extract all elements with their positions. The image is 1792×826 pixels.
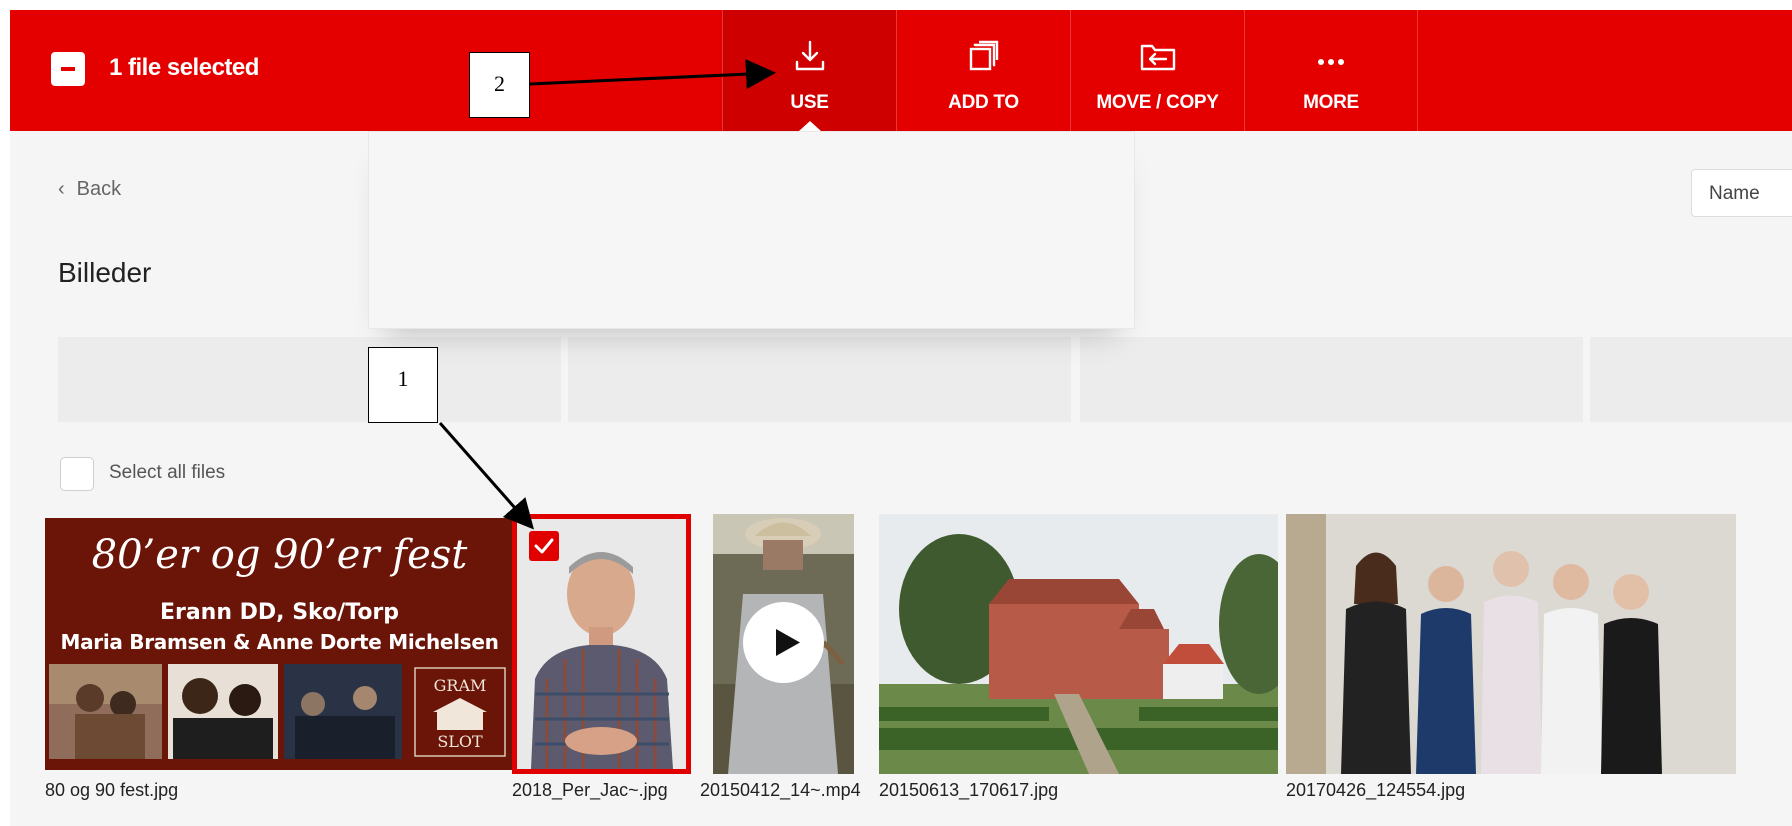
select-all-checkbox[interactable] [60, 457, 94, 491]
selected-checkbox[interactable] [529, 531, 559, 561]
copy-stack-icon [969, 40, 998, 71]
file-thumbnail-building[interactable] [879, 514, 1278, 774]
subfolder-tile[interactable] [58, 337, 561, 422]
file-grid: Select all files 80’er og 90’er fest Era… [10, 422, 1792, 826]
poster-logo-top: GRAM [433, 676, 487, 695]
annotation-box-1: 1 [368, 347, 438, 423]
add-to-button-label: ADD TO [948, 92, 1019, 113]
file-thumbnail-selected[interactable] [512, 514, 691, 774]
move-folder-icon [1140, 44, 1175, 71]
file-name: 20150613_170617.jpg [879, 780, 1059, 800]
poster-line-1: Erann DD, Sko/Torp [159, 600, 400, 625]
move-copy-button[interactable]: MOVE / COPY [1070, 10, 1244, 131]
back-link[interactable]: ‹ Back [58, 178, 121, 201]
use-dropdown-panel [368, 131, 1135, 329]
use-button-label: USE [790, 92, 829, 113]
deselect-button[interactable] [51, 52, 85, 86]
chevron-left-icon: ‹ [58, 178, 65, 200]
poster-logo-bottom: SLOT [437, 732, 483, 751]
file-name: 20170426_124554.jpg [1286, 780, 1466, 800]
file-thumbnail-group[interactable] [1286, 514, 1736, 774]
annotation-box-2: 2 [469, 52, 530, 118]
select-all-label: Select all files [109, 462, 226, 483]
file-name: 20150412_14~.mp4 [700, 780, 861, 800]
minus-icon [61, 67, 75, 71]
file-name: 2018_Per_Jac~.jpg [512, 780, 668, 800]
file-name: 80 og 90 fest.jpg [45, 780, 179, 800]
move-copy-button-label: MOVE / COPY [1096, 92, 1219, 113]
back-label: Back [76, 178, 122, 200]
use-button[interactable]: USE [722, 10, 896, 131]
sort-dropdown[interactable]: Name [1691, 169, 1792, 217]
group-image [1286, 514, 1736, 774]
sort-value: Name [1709, 183, 1760, 204]
more-button-label: MORE [1303, 92, 1359, 113]
poster-headline: 80’er og 90’er fest [91, 532, 468, 578]
add-to-button[interactable]: ADD TO [896, 10, 1070, 131]
folder-title: Billeder [58, 257, 152, 288]
building-image [879, 514, 1278, 774]
dropdown-caret [799, 121, 821, 131]
poster-line-2: Maria Bramsen & Anne Dorte Michelsen [60, 630, 499, 654]
subfolder-tile[interactable] [1590, 337, 1792, 422]
checkmark-icon [534, 538, 554, 554]
selection-toolbar: 1 file selected USE ADD TO MOVE / COPY M… [10, 10, 1792, 131]
play-button[interactable] [743, 602, 824, 683]
subfolder-tile[interactable] [1080, 337, 1583, 422]
download-icon [795, 40, 824, 71]
more-dots-icon [1318, 59, 1344, 65]
play-icon [776, 629, 800, 656]
file-thumbnail-poster[interactable]: 80’er og 90’er fest Erann DD, Sko/Torp M… [45, 518, 514, 770]
screen: 1 file selected USE ADD TO MOVE / COPY M… [0, 0, 1792, 826]
selection-count-label: 1 file selected [109, 54, 259, 81]
more-button[interactable]: MORE [1244, 10, 1418, 131]
file-thumbnail-video[interactable] [713, 514, 854, 774]
subfolder-tile[interactable] [568, 337, 1071, 422]
